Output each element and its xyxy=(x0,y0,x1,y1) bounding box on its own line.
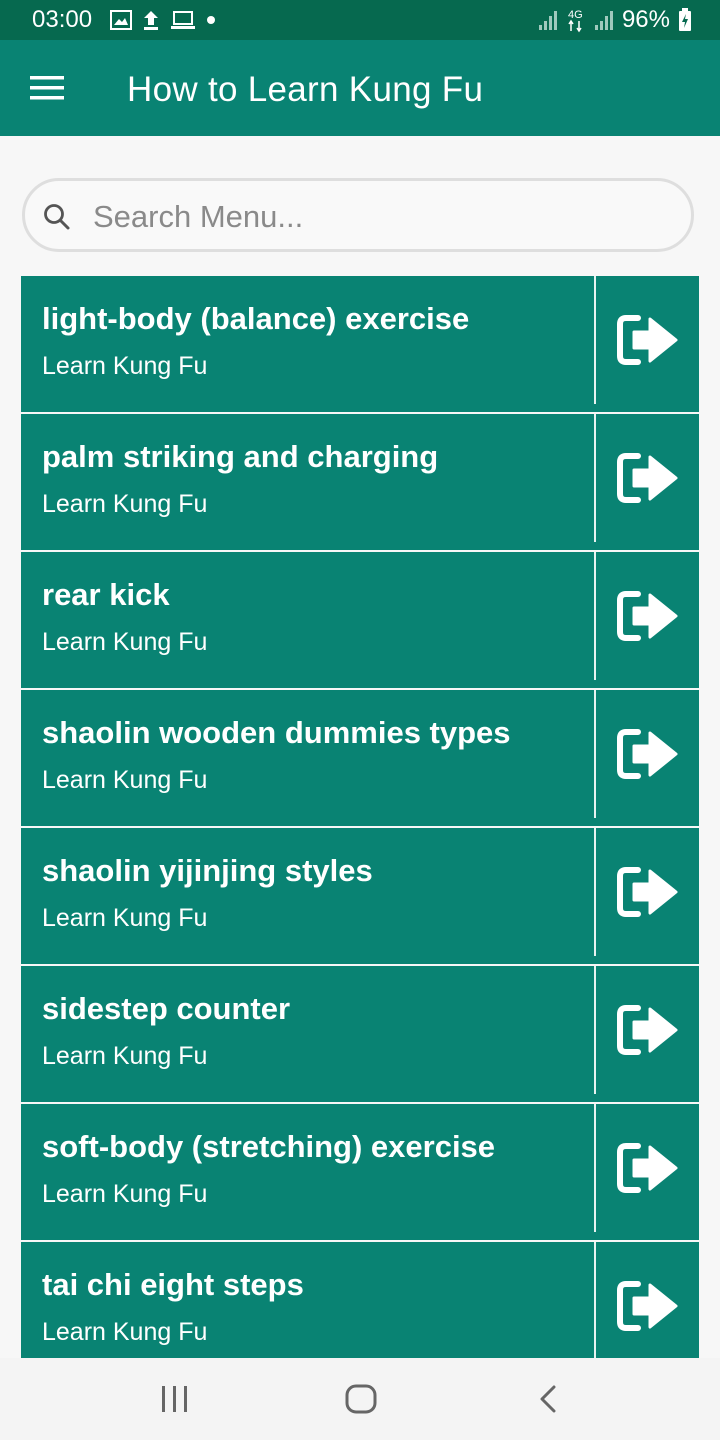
list-item[interactable]: tai chi eight steps Learn Kung Fu xyxy=(21,1242,699,1358)
item-title: rear kick xyxy=(42,577,170,612)
item-subtitle: Learn Kung Fu xyxy=(42,628,208,656)
item-title: tai chi eight steps xyxy=(42,1267,304,1302)
search-box[interactable] xyxy=(22,178,694,252)
status-notification-icons xyxy=(110,8,216,32)
item-title: shaolin yijinjing styles xyxy=(42,853,373,888)
sign-out-arrow-icon xyxy=(616,1281,677,1331)
search-input[interactable] xyxy=(91,191,675,243)
home-icon[interactable] xyxy=(344,1383,378,1415)
item-title: light-body (balance) exercise xyxy=(42,301,470,336)
item-title: shaolin wooden dummies types xyxy=(42,715,511,750)
menu-list: light-body (balance) exercise Learn Kung… xyxy=(21,276,699,1358)
sign-out-arrow-icon xyxy=(616,315,677,365)
open-item-button[interactable] xyxy=(596,1242,699,1358)
list-item[interactable]: light-body (balance) exercise Learn Kung… xyxy=(21,276,699,412)
app-bar: How to Learn Kung Fu xyxy=(0,40,720,136)
battery-charging-icon xyxy=(679,8,691,31)
item-subtitle: Learn Kung Fu xyxy=(42,904,208,932)
sign-out-arrow-icon xyxy=(616,1143,677,1193)
open-item-button[interactable] xyxy=(596,414,699,542)
item-subtitle: Learn Kung Fu xyxy=(42,490,208,518)
open-item-button[interactable] xyxy=(596,552,699,680)
system-nav-bar xyxy=(0,1358,720,1440)
image-icon xyxy=(110,10,132,30)
sign-out-arrow-icon xyxy=(616,453,677,503)
status-time: 03:00 xyxy=(32,6,93,33)
item-subtitle: Learn Kung Fu xyxy=(42,352,208,380)
item-subtitle: Learn Kung Fu xyxy=(42,1180,208,1208)
search-icon xyxy=(44,204,70,230)
open-item-button[interactable] xyxy=(596,1104,699,1232)
status-bar: 03:00 4G 96% xyxy=(0,0,720,40)
list-item[interactable]: palm striking and charging Learn Kung Fu xyxy=(21,414,699,550)
item-title: sidestep counter xyxy=(42,991,291,1026)
open-item-button[interactable] xyxy=(596,276,699,404)
list-item[interactable]: sidestep counter Learn Kung Fu xyxy=(21,966,699,1102)
open-item-button[interactable] xyxy=(596,966,699,1094)
status-system-icons: 4G 96% xyxy=(538,6,692,34)
hamburger-menu-icon[interactable] xyxy=(30,76,66,102)
page-title: How to Learn Kung Fu xyxy=(127,70,484,109)
list-item[interactable]: rear kick Learn Kung Fu xyxy=(21,552,699,688)
sign-out-arrow-icon xyxy=(616,591,677,641)
item-title: palm striking and charging xyxy=(42,439,439,474)
sign-out-arrow-icon xyxy=(616,1005,677,1055)
item-subtitle: Learn Kung Fu xyxy=(42,766,208,794)
signal-icon xyxy=(538,11,557,30)
network-4g-icon: 4G xyxy=(568,9,583,33)
open-item-button[interactable] xyxy=(596,828,699,956)
upload-icon xyxy=(144,11,158,30)
back-icon[interactable] xyxy=(536,1384,560,1414)
list-item[interactable]: soft-body (stretching) exercise Learn Ku… xyxy=(21,1104,699,1240)
item-title: soft-body (stretching) exercise xyxy=(42,1129,496,1164)
recent-apps-icon[interactable] xyxy=(158,1385,192,1413)
dot-icon xyxy=(207,16,215,24)
open-item-button[interactable] xyxy=(596,690,699,818)
signal-icon xyxy=(594,11,613,30)
list-item[interactable]: shaolin wooden dummies types Learn Kung … xyxy=(21,690,699,826)
list-item[interactable]: shaolin yijinjing styles Learn Kung Fu xyxy=(21,828,699,964)
item-subtitle: Learn Kung Fu xyxy=(42,1318,208,1346)
laptop-icon xyxy=(171,11,195,29)
battery-percentage: 96% xyxy=(621,6,670,33)
svg-text:4G: 4G xyxy=(568,9,583,21)
sign-out-arrow-icon xyxy=(616,729,677,779)
sign-out-arrow-icon xyxy=(616,867,677,917)
item-subtitle: Learn Kung Fu xyxy=(42,1042,208,1070)
